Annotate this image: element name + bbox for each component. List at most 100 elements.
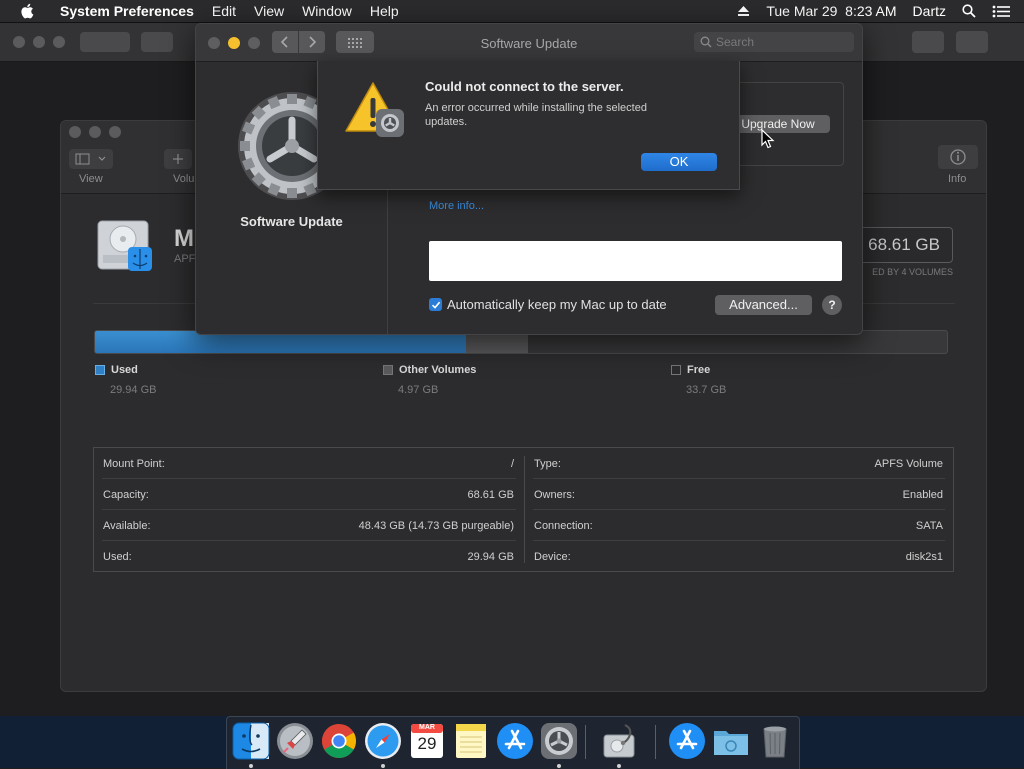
spotlight-search-icon[interactable] xyxy=(954,4,984,18)
apple-menu-icon[interactable] xyxy=(20,3,36,19)
volume-name: M xyxy=(174,225,194,252)
bg-nav-buttons[interactable] xyxy=(80,32,130,52)
bg-sidebar-toggle[interactable] xyxy=(141,32,173,52)
bg-zoom-button[interactable] xyxy=(53,36,65,48)
table-row: Type: APFS Volume xyxy=(525,448,953,479)
menu-edit[interactable]: Edit xyxy=(203,3,245,19)
info-value: Enabled xyxy=(902,489,943,501)
upgrade-now-button[interactable]: Upgrade Now xyxy=(726,115,830,133)
disk-utility-icon[interactable] xyxy=(599,721,639,761)
capacity-subtitle: ED BY 4 VOLUMES xyxy=(872,267,953,277)
system-preferences-icon[interactable] xyxy=(539,721,579,761)
info-key: Mount Point: xyxy=(103,458,165,470)
info-icon[interactable] xyxy=(938,145,978,174)
calendar-day: 29 xyxy=(417,734,437,753)
hard-drive-icon xyxy=(95,215,155,278)
table-row: Owners: Enabled xyxy=(525,479,953,510)
warning-icon xyxy=(344,81,406,142)
volume-info-table: Mount Point: / Capacity: 68.61 GB Availabl… xyxy=(93,447,954,572)
plus-icon xyxy=(173,154,183,164)
running-indicator xyxy=(381,764,385,768)
legend-free-label: Free xyxy=(687,364,711,376)
legend-used-label: Used xyxy=(111,364,138,376)
volume-label: Volu xyxy=(173,173,195,185)
menu-view[interactable]: View xyxy=(245,3,293,19)
legend-other-value: 4.97 GB xyxy=(398,384,439,396)
info-right-column: Type: APFS Volume Owners: Enabled Connecti… xyxy=(525,448,953,571)
trash-icon[interactable] xyxy=(755,721,795,761)
more-info-link[interactable]: More info... xyxy=(429,200,484,212)
add-volume-button[interactable] xyxy=(164,149,192,169)
finder-icon[interactable] xyxy=(231,721,271,761)
table-row: Mount Point: / xyxy=(94,448,524,479)
info-key: Device: xyxy=(534,551,571,563)
calendar-icon[interactable]: MAR 29 xyxy=(407,721,447,761)
launchpad-icon[interactable] xyxy=(275,721,315,761)
du-minimize-button[interactable] xyxy=(89,126,101,138)
info-key: Available: xyxy=(103,520,151,532)
menu-help[interactable]: Help xyxy=(361,3,408,19)
legend-free-swatch xyxy=(671,365,681,376)
search-input[interactable]: Search xyxy=(694,32,854,52)
folder-icon[interactable] xyxy=(711,721,751,761)
volume-subtitle: APF xyxy=(174,253,196,265)
menu-user[interactable]: Dartz xyxy=(905,3,954,19)
info-value: disk2s1 xyxy=(905,551,943,563)
info-value: SATA xyxy=(915,520,943,532)
legend-other-swatch xyxy=(383,365,393,376)
bg-share-button[interactable] xyxy=(912,31,944,53)
checkmark-icon xyxy=(431,301,440,309)
menu-window[interactable]: Window xyxy=(293,3,361,19)
app-store-icon[interactable] xyxy=(495,721,535,761)
mouse-cursor-icon xyxy=(761,128,775,152)
dock-separator xyxy=(655,725,656,759)
du-zoom-button[interactable] xyxy=(109,126,121,138)
advanced-button[interactable]: Advanced... xyxy=(715,295,812,315)
legend-used-value: 29.94 GB xyxy=(110,384,157,396)
view-label: View xyxy=(79,173,103,185)
update-status-box xyxy=(429,241,842,281)
table-row: Capacity: 68.61 GB xyxy=(94,479,524,510)
running-indicator xyxy=(249,764,253,768)
search-placeholder: Search xyxy=(716,35,755,49)
eject-icon[interactable] xyxy=(729,5,758,17)
capacity-display: 68.61 GB xyxy=(853,227,953,263)
bg-minimize-button[interactable] xyxy=(33,36,45,48)
auto-update-label[interactable]: Automatically keep my Mac up to date xyxy=(447,297,667,312)
menu-clock[interactable]: Tue Mar 29 8:23 AM xyxy=(758,3,904,19)
help-button[interactable]: ? xyxy=(822,295,842,315)
running-indicator xyxy=(617,764,621,768)
legend-other-label: Other Volumes xyxy=(399,364,477,376)
info-value: 68.61 GB xyxy=(467,489,514,501)
info-value: 29.94 GB xyxy=(467,551,514,563)
info-value: APFS Volume xyxy=(874,458,943,470)
ok-button[interactable]: OK xyxy=(641,153,717,171)
auto-update-checkbox[interactable] xyxy=(429,298,442,311)
legend-free: Free 33.7 GB xyxy=(671,364,726,396)
safari-icon[interactable] xyxy=(363,721,403,761)
app-store-downloads-icon[interactable] xyxy=(667,721,707,761)
notification-center-icon[interactable] xyxy=(984,5,1024,18)
table-row: Connection: SATA xyxy=(525,510,953,541)
legend-used-swatch xyxy=(95,365,105,376)
info-value: / xyxy=(510,458,514,470)
info-key: Used: xyxy=(103,551,132,563)
menu-app-name[interactable]: System Preferences xyxy=(48,3,203,19)
calendar-month: MAR xyxy=(419,724,435,731)
bg-window-button[interactable] xyxy=(956,31,988,53)
search-icon xyxy=(700,36,712,48)
pane-title: Software Update xyxy=(240,214,343,229)
legend-other: Other Volumes 4.97 GB xyxy=(383,364,477,396)
table-row: Device: disk2s1 xyxy=(525,541,953,572)
bg-close-button[interactable] xyxy=(13,36,25,48)
alert-title: Could not connect to the server. xyxy=(425,79,624,94)
software-update-titlebar: Software Update Search xyxy=(196,24,862,62)
du-close-button[interactable] xyxy=(69,126,81,138)
chrome-icon[interactable] xyxy=(319,721,359,761)
view-toggle-button[interactable] xyxy=(69,149,113,169)
table-row: Used: 29.94 GB xyxy=(94,541,524,572)
info-key: Type: xyxy=(534,458,561,470)
info-key: Capacity: xyxy=(103,489,149,501)
info-key: Owners: xyxy=(534,489,575,501)
notes-icon[interactable] xyxy=(451,721,491,761)
